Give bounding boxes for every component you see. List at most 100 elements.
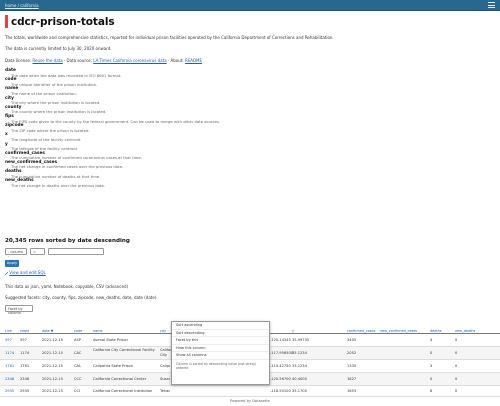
th-code[interactable]: code bbox=[74, 329, 82, 333]
footer-text[interactable]: Powered by Datasette bbox=[230, 399, 270, 403]
cell-rowid: 597 bbox=[20, 338, 27, 342]
menu-column-note: Column is sorted by descending value (no… bbox=[176, 361, 256, 371]
cell-link[interactable]: 2348 bbox=[5, 377, 14, 381]
cell-date: 2021-12-15 bbox=[42, 351, 63, 355]
th-y[interactable]: y bbox=[292, 329, 294, 333]
hamburger-menu-icon[interactable] bbox=[488, 2, 495, 8]
th-deaths[interactable]: deaths bbox=[430, 329, 442, 333]
about-label: · About: bbox=[167, 58, 184, 63]
suggested-facets[interactable]: Suggested facets: city, county, fips, zi… bbox=[5, 295, 156, 300]
cell-city: Calipatria bbox=[160, 364, 170, 368]
cell-link[interactable]: 1761 bbox=[5, 364, 14, 368]
filter-column-select[interactable]: - column - bbox=[5, 248, 27, 258]
cell-rowid: 2935 bbox=[20, 389, 30, 393]
cell-name: California Correctional Institution bbox=[93, 389, 153, 393]
cell-deaths: 0 bbox=[430, 377, 433, 381]
table-description: The totals, worldwide and comprehensive … bbox=[5, 35, 334, 40]
license-link[interactable]: Reuse the data bbox=[32, 58, 62, 63]
cell-y: 35.99705 bbox=[292, 338, 310, 342]
filter-row: - column - = bbox=[5, 248, 104, 258]
cell-name: Calipatria State Prison bbox=[93, 364, 134, 368]
pencil-icon bbox=[4, 271, 9, 275]
th-new-deaths[interactable]: new_deaths bbox=[455, 329, 475, 333]
menu-show-all-columns[interactable]: Show all columns bbox=[172, 352, 269, 360]
cell-y: 40.4000 bbox=[292, 377, 307, 381]
about-link[interactable]: README bbox=[185, 58, 202, 63]
th-confirmed-cases[interactable]: confirmed_cases bbox=[347, 329, 375, 333]
cell-code: CAC bbox=[74, 351, 82, 355]
th-link[interactable]: Link bbox=[5, 329, 12, 333]
cell-x: -117.956500 bbox=[270, 351, 294, 355]
cell-deaths: 3 bbox=[430, 364, 433, 368]
column-descriptions: date The date when the data was recorded… bbox=[5, 68, 305, 188]
view-sql-link[interactable]: View and edit SQL bbox=[9, 270, 45, 275]
cell-name: California City Correctional Facility bbox=[93, 348, 155, 352]
rows-count-title: 20,345 rows sorted by date descending bbox=[5, 238, 130, 244]
cell-link[interactable]: 1174 bbox=[5, 351, 14, 355]
column-actions-menu: Sort ascending Sort descending Facet by … bbox=[171, 321, 270, 385]
cell-deaths: 4 bbox=[430, 338, 433, 342]
filter-value-input[interactable] bbox=[48, 248, 104, 255]
cell-name: California Correctional Center bbox=[93, 377, 147, 381]
cell-city: Tehachapi bbox=[160, 389, 170, 393]
cell-new-deaths: 0 bbox=[455, 338, 458, 342]
cell-date: 2021-12-15 bbox=[42, 377, 63, 381]
cell-link[interactable]: 2935 bbox=[5, 389, 14, 393]
th-new-confirmed-cases[interactable]: new_confirmed_cases bbox=[380, 329, 417, 333]
data-updated-note: The data is currently limited to July 30… bbox=[5, 46, 112, 51]
cell-new-deaths: 0 bbox=[455, 377, 458, 381]
cell-link[interactable]: 597 bbox=[5, 338, 12, 342]
source-line: Data license: Reuse the data · Data sour… bbox=[5, 58, 202, 63]
th-rowid[interactable]: rowid bbox=[20, 329, 29, 333]
th-date[interactable]: date ▼ bbox=[42, 329, 53, 333]
cell-confirmed-cases: 2052 bbox=[347, 351, 357, 355]
cell-x: -115.42750 bbox=[270, 364, 291, 368]
cell-code: CCC bbox=[74, 377, 82, 381]
cell-date: 2021-12-15 bbox=[42, 364, 63, 368]
cell-code: CAL bbox=[74, 364, 81, 368]
title-accent-bar bbox=[5, 15, 8, 28]
cell-confirmed-cases: 1827 bbox=[347, 377, 357, 381]
filter-operator-select[interactable]: = bbox=[30, 248, 45, 255]
menu-hide-column[interactable]: Hide this column bbox=[172, 345, 269, 353]
cell-date: 2021-12-15 bbox=[42, 389, 63, 393]
cell-rowid: 2348 bbox=[20, 377, 30, 381]
menu-sort-descending[interactable]: Sort descending bbox=[172, 330, 269, 338]
cell-rowid: 1174 bbox=[20, 351, 30, 355]
cell-code: ASP bbox=[74, 338, 81, 342]
cell-x: -120.56700 bbox=[270, 377, 291, 381]
source-label: · Data source: bbox=[63, 58, 92, 63]
top-header-bar: home / california bbox=[0, 0, 500, 11]
cell-deaths: 0 bbox=[430, 351, 433, 355]
source-link[interactable]: LA Times California coronavirus data bbox=[93, 58, 166, 63]
apply-button[interactable]: Apply bbox=[5, 260, 19, 267]
table-row: 2935 2935 2021-12-15 CCI California Corr… bbox=[0, 386, 500, 397]
cell-name: Avenal State Prison bbox=[93, 338, 128, 342]
th-city[interactable]: city bbox=[160, 329, 166, 333]
menu-sort-ascending[interactable]: Sort ascending bbox=[172, 322, 269, 330]
license-label: Data license: bbox=[5, 58, 32, 63]
cell-deaths: 8 bbox=[430, 389, 433, 393]
menu-facet-by-this[interactable]: Facet by this bbox=[172, 337, 269, 345]
page-title: cdcr-prison-totals bbox=[11, 15, 115, 28]
export-formats-line[interactable]: This data as json, yaml, Notebook, copya… bbox=[5, 284, 128, 289]
view-sql-row: View and edit SQL bbox=[4, 270, 46, 275]
cell-rowid: 1761 bbox=[20, 364, 30, 368]
cell-confirmed-cases: 1330 bbox=[347, 364, 357, 368]
footer: Powered by Datasette bbox=[0, 397, 500, 406]
facet-by-column-select[interactable]: Facet by column bbox=[5, 305, 33, 315]
column-desc: The net change in deaths over the previo… bbox=[11, 182, 106, 188]
cell-new-deaths: 0 bbox=[455, 364, 458, 368]
cell-new-deaths: 0 bbox=[455, 351, 458, 355]
cell-confirmed-cases: 3405 bbox=[347, 338, 357, 342]
breadcrumb[interactable]: home / california bbox=[5, 3, 39, 8]
cell-x: -120.14345 bbox=[270, 338, 291, 342]
cell-x: -118.50100 bbox=[270, 389, 291, 393]
cell-y: 35.1700 bbox=[292, 389, 307, 393]
cell-date: 2021-12-15 bbox=[42, 338, 63, 342]
cell-y: 35.1234 bbox=[292, 351, 307, 355]
cell-new-deaths: 0 bbox=[455, 389, 458, 393]
cell-city: Susanville bbox=[160, 377, 170, 381]
th-name[interactable]: name bbox=[93, 329, 103, 333]
page-title-row: cdcr-prison-totals bbox=[5, 14, 115, 29]
